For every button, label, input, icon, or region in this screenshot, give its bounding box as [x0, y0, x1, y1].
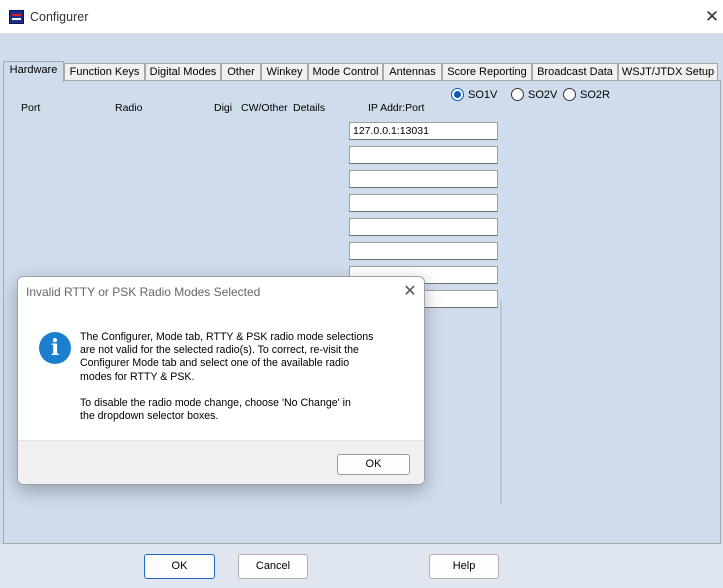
title-bar: Configurer ✕: [0, 0, 723, 34]
tab-mode-control[interactable]: Mode Control: [308, 63, 383, 81]
radio-circle[interactable]: [563, 88, 576, 101]
dialog-message: The Configurer, Mode tab, RTTY & PSK rad…: [80, 331, 374, 423]
window-title: Configurer: [30, 10, 89, 24]
column-ip-addr: IP Addr:Port: [368, 102, 425, 114]
tab-other[interactable]: Other: [221, 63, 261, 81]
radio-so1v[interactable]: SO1V: [451, 88, 497, 101]
close-icon[interactable]: ✕: [703, 8, 721, 26]
radio-label: SO2V: [528, 88, 558, 101]
tab-broadcast-data[interactable]: Broadcast Data: [532, 63, 618, 81]
radio-so2v[interactable]: SO2V: [511, 88, 557, 101]
radio-so2r[interactable]: SO2R: [563, 88, 610, 101]
radio-circle[interactable]: [451, 88, 464, 101]
panel-divider: [500, 300, 502, 505]
tab-hardware[interactable]: Hardware: [3, 61, 64, 82]
ip-port-field-4[interactable]: [349, 194, 498, 212]
cancel-button[interactable]: Cancel: [238, 554, 308, 579]
ip-port-field-5[interactable]: [349, 218, 498, 236]
column-radio: Radio: [115, 102, 143, 114]
radio-label: SO1V: [468, 88, 498, 101]
tab-antennas[interactable]: Antennas: [383, 63, 442, 81]
radio-label: SO2R: [580, 88, 610, 101]
tab-strip: Hardware Function Keys Digital Modes Oth…: [3, 61, 721, 82]
ip-port-field-6[interactable]: [349, 242, 498, 260]
ip-port-field-3[interactable]: [349, 170, 498, 188]
column-digi: Digi: [214, 102, 233, 114]
ip-port-field-1[interactable]: 127.0.0.1:13031: [349, 122, 498, 140]
info-icon: i: [39, 332, 71, 364]
help-button[interactable]: Help: [429, 554, 499, 579]
column-details: Details: [293, 102, 326, 114]
dialog-footer: OK: [18, 440, 424, 484]
app-logo-icon: [9, 10, 24, 24]
ok-button[interactable]: OK: [144, 554, 215, 579]
dialog-ok-button[interactable]: OK: [337, 454, 410, 475]
tab-function-keys[interactable]: Function Keys: [64, 63, 145, 81]
tab-digital-modes[interactable]: Digital Modes: [145, 63, 221, 81]
column-port: Port: [21, 102, 41, 114]
column-cw-other: CW/Other: [241, 102, 288, 114]
tab-wsjt-jtdx-setup[interactable]: WSJT/JTDX Setup: [618, 63, 718, 81]
error-dialog: Invalid RTTY or PSK Radio Modes Selected…: [17, 276, 425, 485]
tab-winkey[interactable]: Winkey: [261, 63, 308, 81]
bottom-button-bar: [0, 544, 723, 588]
dialog-title: Invalid RTTY or PSK Radio Modes Selected: [26, 285, 261, 299]
radio-circle[interactable]: [511, 88, 524, 101]
tab-score-reporting[interactable]: Score Reporting: [442, 63, 532, 81]
close-icon[interactable]: ✕: [399, 281, 421, 303]
ip-port-field-2[interactable]: [349, 146, 498, 164]
